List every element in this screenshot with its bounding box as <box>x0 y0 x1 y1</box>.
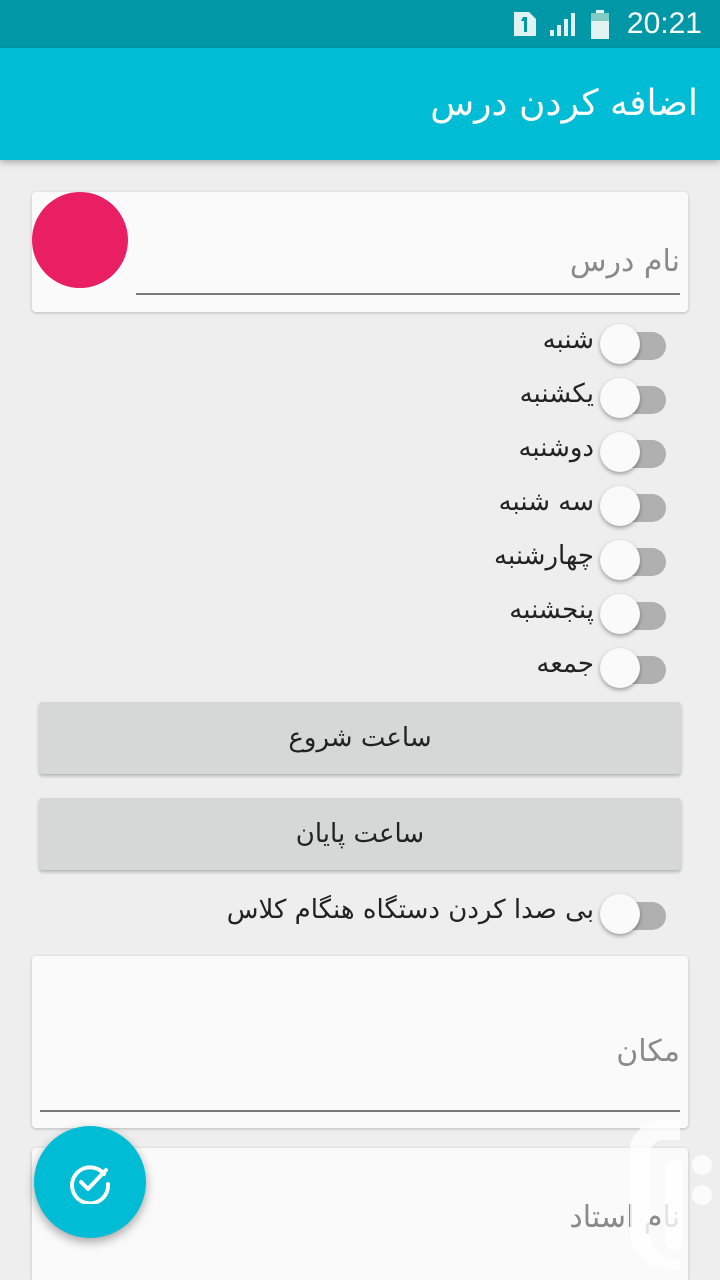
day-label: جمعه <box>536 649 594 679</box>
day-label: پنجشنبه <box>509 595 594 625</box>
clock: 20:21 <box>626 7 702 40</box>
check-circle-icon <box>70 1165 111 1204</box>
toggle-switch[interactable] <box>600 890 666 934</box>
location-underline <box>40 1110 680 1112</box>
course-name-underline <box>136 293 680 295</box>
toggle-switch[interactable] <box>600 536 666 580</box>
watermark-logo <box>630 1120 712 1270</box>
toggle-switch[interactable] <box>600 320 666 364</box>
status-bar: 20:21 <box>0 0 720 48</box>
start-time-button[interactable]: ساعت شروع <box>39 702 681 774</box>
day-label: سه شنبه <box>498 487 594 517</box>
day-row-monday[interactable]: دوشنبه <box>518 421 666 475</box>
save-fab[interactable] <box>34 1126 146 1238</box>
day-label: دوشنبه <box>518 433 594 463</box>
color-picker-button[interactable] <box>32 192 128 288</box>
day-row-tuesday[interactable]: سه شنبه <box>499 475 666 529</box>
toggle-switch[interactable] <box>600 644 666 688</box>
silent-mode-label: بی صدا کردن دستگاه هنگام کلاس <box>226 895 594 925</box>
day-row-thursday[interactable]: پنجشنبه <box>509 583 666 637</box>
toggle-switch[interactable] <box>600 428 666 472</box>
end-time-button[interactable]: ساعت پایان <box>39 798 681 870</box>
day-row-friday[interactable]: جمعه <box>536 637 666 691</box>
day-label: یکشنبه <box>519 379 594 409</box>
day-row-sunday[interactable]: یکشنبه <box>520 367 666 421</box>
sim-1-icon <box>514 12 536 36</box>
battery-icon <box>591 10 609 39</box>
day-label: چهارشنبه <box>494 541 594 571</box>
silent-mode-row[interactable]: بی صدا کردن دستگاه هنگام کلاس <box>227 883 666 937</box>
location-card <box>32 956 688 1128</box>
toggle-switch[interactable] <box>600 482 666 526</box>
signal-icon <box>550 13 575 36</box>
day-row-saturday[interactable]: شنبه <box>543 313 666 367</box>
course-name-input[interactable]: نام درس <box>570 244 680 279</box>
day-label: شنبه <box>542 325 594 355</box>
location-input[interactable]: مکان <box>616 1034 680 1069</box>
day-row-wednesday[interactable]: چهارشنبه <box>494 529 666 583</box>
page-title: اضافه کردن درس <box>430 83 698 124</box>
toggle-switch[interactable] <box>600 590 666 634</box>
app-bar: اضافه کردن درس <box>0 48 720 160</box>
toggle-switch[interactable] <box>600 374 666 418</box>
